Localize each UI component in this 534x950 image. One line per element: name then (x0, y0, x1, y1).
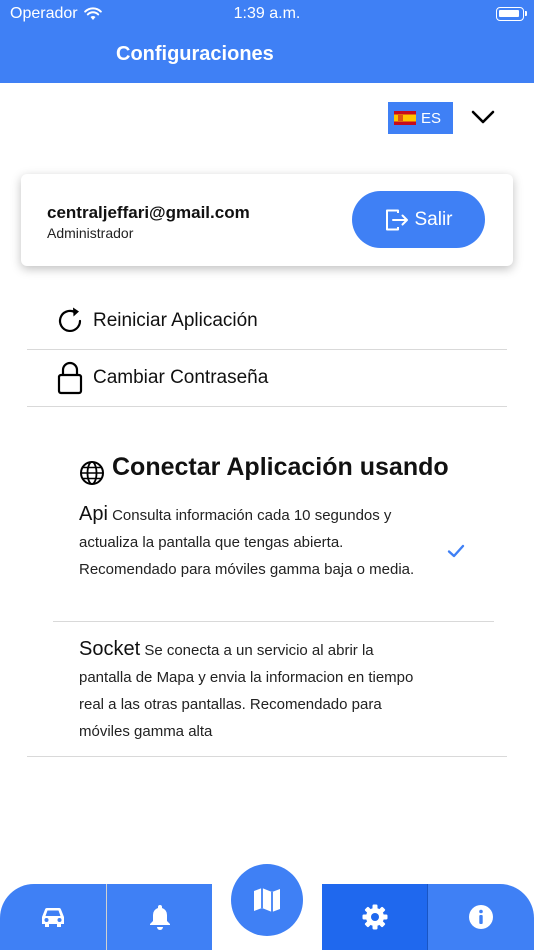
gear-icon (362, 904, 388, 930)
spain-flag-icon (394, 111, 416, 125)
user-role: Administrador (47, 225, 134, 241)
page-title: Configuraciones (116, 43, 274, 65)
change-password-item[interactable]: Cambiar Contraseña (27, 350, 507, 407)
restart-app-item[interactable]: Reiniciar Aplicación (27, 293, 507, 350)
status-bar: Operador 1:39 a.m. (0, 0, 534, 28)
logout-label: Salir (414, 208, 453, 230)
change-password-label: Cambiar Contraseña (93, 367, 269, 388)
lock-icon (53, 361, 87, 395)
divider (27, 756, 507, 757)
restart-app-label: Reiniciar Aplicación (93, 310, 258, 331)
option-api-text: Api Consulta información cada 10 segundo… (79, 501, 424, 583)
connect-title-text: Conectar Aplicación usando (112, 452, 449, 481)
tab-settings[interactable] (322, 884, 428, 950)
battery-icon (496, 7, 527, 21)
tab-vehicles[interactable] (0, 884, 106, 950)
tab-notifications[interactable] (107, 884, 212, 950)
car-icon (42, 907, 64, 927)
map-icon (254, 888, 280, 912)
language-code: ES (421, 109, 442, 127)
bell-icon (149, 905, 170, 930)
logout-icon (386, 209, 409, 230)
info-icon (469, 905, 493, 929)
checkmark-icon (447, 544, 465, 558)
chevron-down-icon[interactable] (469, 104, 497, 130)
option-socket-name: Socket (79, 638, 141, 660)
clock: 1:39 a.m. (233, 5, 301, 22)
option-socket-text: Socket Se conecta a un servicio al abrir… (79, 636, 424, 745)
connection-option-api[interactable]: Api Consulta información cada 10 segundo… (53, 497, 494, 622)
refresh-icon (53, 304, 87, 338)
user-email: centraljeffari@gmail.com (47, 203, 250, 222)
map-button[interactable] (231, 864, 303, 936)
user-card: centraljeffari@gmail.com Administrador S… (21, 174, 513, 266)
globe-icon (80, 461, 104, 485)
connection-option-socket[interactable]: Socket Se conecta a un servicio al abrir… (53, 622, 494, 756)
option-api-name: Api (79, 503, 108, 525)
connect-section-title: Conectar Aplicación usando (79, 448, 449, 486)
app-header: Operador 1:39 a.m. Configuraciones (0, 0, 534, 83)
option-api-description: Consulta información cada 10 segundos y … (79, 507, 415, 578)
tab-info[interactable] (428, 884, 534, 950)
logout-button[interactable]: Salir (352, 191, 485, 248)
language-selector[interactable]: ES (388, 102, 453, 134)
